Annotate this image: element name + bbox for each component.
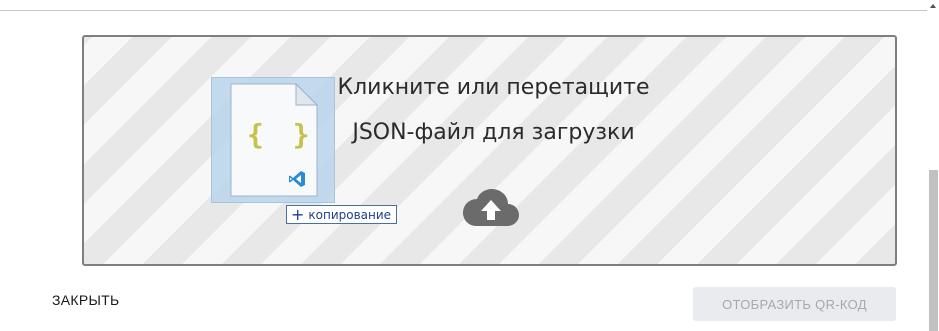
vertical-scrollbar[interactable] [927,0,939,331]
copy-drag-badge: + копирование [286,204,398,224]
json-file-dropzone[interactable]: Кликните или перетащите JSON-файл для за… [82,35,897,266]
dragged-file-ghost: { } [211,77,335,203]
json-braces-glyph: { } [247,118,316,151]
dialog-top-divider [0,10,927,11]
dropzone-instruction-line-2: JSON-файл для загрузки [352,120,635,145]
dialog: Кликните или перетащите JSON-файл для за… [0,0,939,331]
close-button[interactable]: ЗАКРЫТЬ [52,292,120,308]
plus-icon: + [291,204,305,224]
vscode-icon [289,171,305,187]
dropzone-instruction-line-1: Кликните или перетащите [337,75,650,100]
cloud-upload-icon [463,189,519,226]
copy-badge-label: копирование [308,207,392,222]
scrollbar-thumb[interactable] [929,170,938,331]
scroll-up-arrow-icon[interactable] [930,4,936,8]
show-qr-code-button[interactable]: ОТОБРАЗИТЬ QR-КОД [693,287,896,321]
